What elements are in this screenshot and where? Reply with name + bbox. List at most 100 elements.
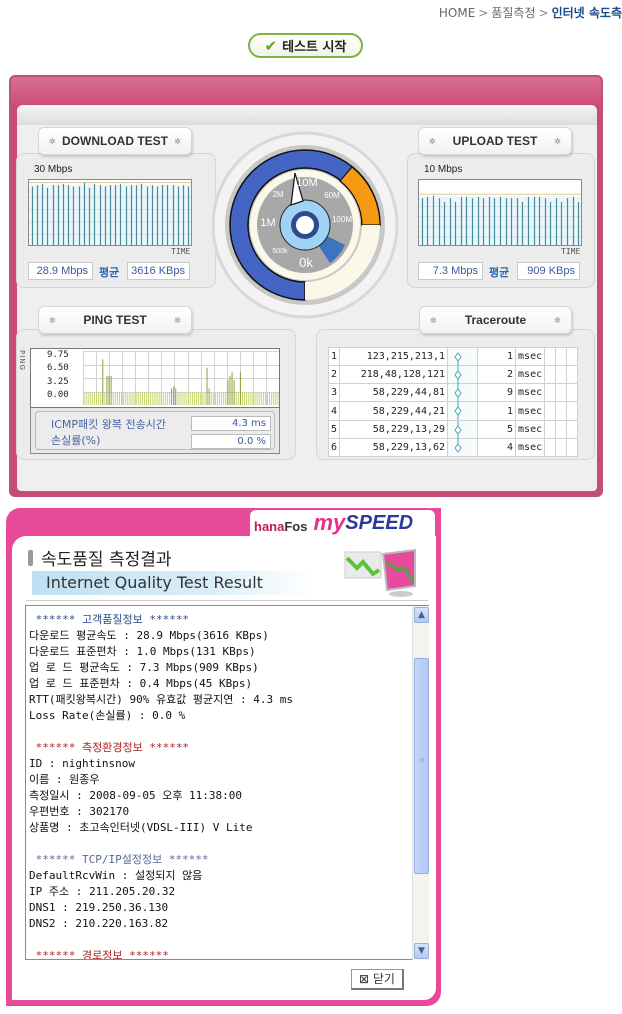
traceroute-row: 2 218,48,128,121 2 msec xyxy=(327,365,578,385)
screw-icon: ✲ xyxy=(430,316,437,325)
node-diamond-icon xyxy=(454,366,462,385)
result-title: 속도품질 측정결과 xyxy=(28,545,172,570)
hop-number: 2 xyxy=(327,365,341,385)
ping-chart: 9.75 6.50 3.25 0.00 xyxy=(30,348,280,408)
hop-unit: msec xyxy=(515,346,546,367)
traceroute-tab: ✲ Traceroute ✲ xyxy=(419,306,572,334)
result-scrollbar[interactable]: ▲ ≡ ▼ xyxy=(412,606,429,960)
hop-latency: 1 xyxy=(477,401,517,421)
gauge-label-2m: 2M xyxy=(272,190,283,199)
empty-cell xyxy=(544,365,557,385)
result-title-text: 속도품질 측정결과 xyxy=(41,550,172,570)
result-textarea[interactable]: ****** 고객품질정보 ****** 다운로드 평균속도 : 28.9 Mbp… xyxy=(25,605,429,960)
gauge-label-1m: 1M xyxy=(260,217,275,229)
hop-ip: 123,215,213,1 xyxy=(339,346,449,367)
speed-gauge: 0k 500k 1M 2M 10M 60M 100M xyxy=(212,131,399,319)
traceroute-title: Traceroute xyxy=(464,313,527,327)
breadcrumb-quality[interactable]: 품질측정 xyxy=(491,6,535,20)
ping-y-tick: 9.75 xyxy=(47,350,69,360)
breadcrumb: HOME > 품질측정 > 인터넷 속도측 xyxy=(439,4,622,21)
download-chart xyxy=(28,179,192,247)
loss-label: 손실률(%) xyxy=(51,434,101,447)
breadcrumb-current: 인터넷 속도측 xyxy=(551,6,622,20)
scroll-up-button[interactable]: ▲ xyxy=(414,607,429,623)
breadcrumb-separator: > xyxy=(538,6,549,20)
result-line: 상품명 : 초고속인터넷(VDSL-III) V Lite xyxy=(29,821,253,834)
ping-info-box: ICMP패킷 왕복 전송시간 4.3 ms 손실률(%) 0.0 % xyxy=(30,408,280,454)
ping-test-title: PING TEST xyxy=(83,313,147,327)
empty-cell xyxy=(544,419,557,439)
empty-cell xyxy=(544,346,557,367)
close-button[interactable]: ⊠ 닫기 xyxy=(351,969,404,990)
traceroute-row: 5 58,229,13,29 5 msec xyxy=(327,419,578,439)
hanafos-logo: hanaFos xyxy=(254,519,307,534)
ping-test-tab: ✲ PING TEST ✲ xyxy=(38,306,192,334)
download-avg-label: 평균 xyxy=(99,266,120,279)
result-line: IP 주소 : 211.205.20.32 xyxy=(29,885,176,898)
result-section-header: ****** 경로정보 ****** xyxy=(29,949,169,960)
result-line: RTT(패킷왕복시간) 90% 유효값 평균지연 : 4.3 ms xyxy=(29,693,294,706)
empty-cell xyxy=(555,401,568,421)
breadcrumb-home[interactable]: HOME xyxy=(439,6,475,20)
traceroute-row: 3 58,229,44,81 9 msec xyxy=(327,383,578,403)
fos-text: Fos xyxy=(284,519,308,534)
result-line: 이름 : 원종우 xyxy=(29,773,100,786)
hop-latency: 5 xyxy=(477,419,517,439)
hop-node-icon xyxy=(447,437,479,458)
ping-y-tick: 6.50 xyxy=(47,363,69,374)
result-line: DNS1 : 219.250.36.130 xyxy=(29,901,169,914)
hop-latency: 4 xyxy=(477,437,517,458)
upload-chart xyxy=(418,179,582,247)
gauge-hub-center xyxy=(296,216,314,234)
result-subtitle: Internet Quality Test Result xyxy=(32,571,312,595)
hop-unit: msec xyxy=(515,383,546,403)
result-line: 우편번호 : 302170 xyxy=(29,805,130,818)
ping-y-tick: 3.25 xyxy=(47,376,69,387)
result-line: 업 로 드 평균속도 : 7.3 Mbps(909 KBps) xyxy=(29,661,259,674)
gauge-label-60m: 60M xyxy=(324,191,340,200)
brand-logo: hanaFos my SPEED xyxy=(250,510,435,536)
node-diamond-icon xyxy=(454,384,462,403)
screw-icon: ✲ xyxy=(49,316,56,325)
ping-axis-label: PING xyxy=(18,350,26,371)
gauge-label-500k: 500k xyxy=(272,248,288,255)
hop-node-icon xyxy=(447,365,479,385)
traceroute-row: 1 123,215,213,1 1 msec xyxy=(327,346,578,367)
upload-test-tab: ✲ UPLOAD TEST ✲ xyxy=(418,127,572,155)
start-test-button[interactable]: ✔ 테스트 시작 xyxy=(248,33,363,58)
node-diamond-icon xyxy=(454,420,462,439)
scroll-thumb[interactable]: ≡ xyxy=(414,658,429,874)
result-line: 업 로 드 표준편차 : 0.4 Mbps(45 KBps) xyxy=(29,677,253,690)
upload-scale-label: 10 Mbps xyxy=(424,164,463,175)
empty-cell xyxy=(555,437,568,458)
hop-node-icon xyxy=(447,383,479,403)
hop-node-icon xyxy=(447,419,479,439)
screw-icon: ✲ xyxy=(554,316,561,325)
hop-ip: 58,229,13,29 xyxy=(339,419,449,439)
download-scale-label: 30 Mbps xyxy=(34,164,73,175)
gauge-label-0k: 0k xyxy=(299,255,313,270)
hop-number: 6 xyxy=(327,437,341,458)
gauge-label-100m: 100M xyxy=(332,215,352,224)
traceroute-table: 1 123,215,213,1 1 msec 2 218,48,128,121 2 msec 3… xyxy=(327,346,578,458)
empty-cell xyxy=(566,419,578,439)
ping-y-ticks: 9.75 6.50 3.25 0.00 xyxy=(47,349,69,402)
empty-cell xyxy=(544,401,557,421)
result-line: 다운로드 평균속도 : 28.9 Mbps(3616 KBps) xyxy=(29,629,269,642)
result-line: 측정일시 : 2008-09-05 오후 11:38:00 xyxy=(29,789,243,802)
download-test-title: DOWNLOAD TEST xyxy=(62,134,168,148)
ping-y-tick: 0.00 xyxy=(47,389,69,400)
hop-number: 4 xyxy=(327,401,341,421)
result-line: 다운로드 표준편차 : 1.0 Mbps(131 KBps) xyxy=(29,645,256,658)
download-chart-svg xyxy=(29,182,191,247)
hop-unit: msec xyxy=(515,365,546,385)
scroll-down-button[interactable]: ▼ xyxy=(414,943,429,959)
my-text: my xyxy=(313,510,346,535)
hop-unit: msec xyxy=(515,437,546,458)
node-diamond-icon xyxy=(454,402,462,421)
node-diamond-icon xyxy=(454,352,462,366)
result-line: DNS2 : 210.220.163.82 xyxy=(29,917,169,930)
download-speed-value: 28.9 Mbps xyxy=(28,262,93,280)
monitor-chart-icon xyxy=(344,548,416,597)
